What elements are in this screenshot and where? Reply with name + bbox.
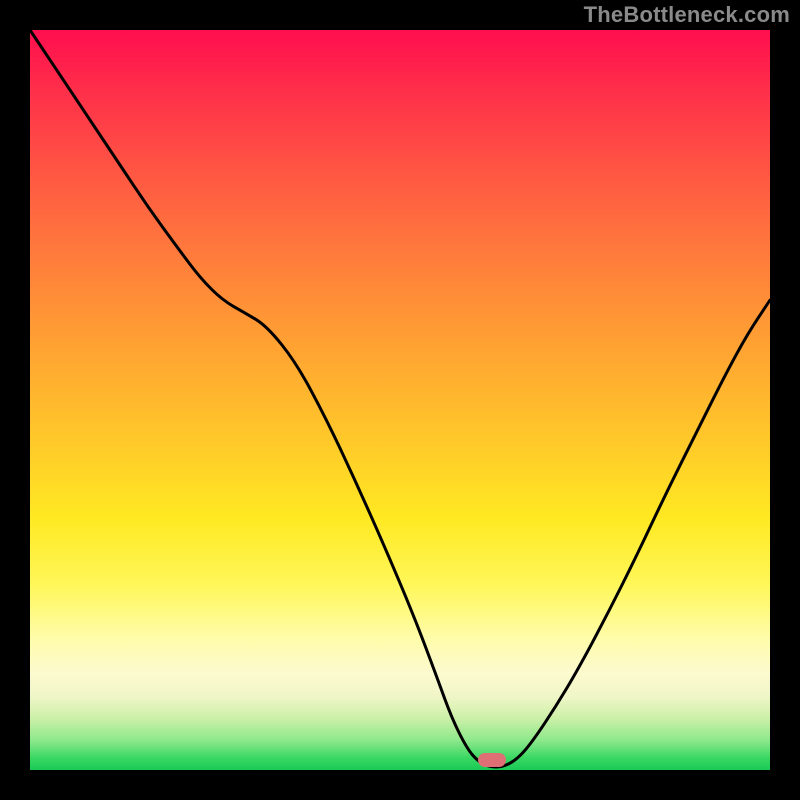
bottleneck-marker <box>478 753 506 767</box>
bottleneck-curve <box>30 30 770 770</box>
watermark-text: TheBottleneck.com <box>584 2 790 28</box>
app-frame: TheBottleneck.com <box>0 0 800 800</box>
curve-path <box>30 30 770 767</box>
chart-area <box>30 30 770 770</box>
